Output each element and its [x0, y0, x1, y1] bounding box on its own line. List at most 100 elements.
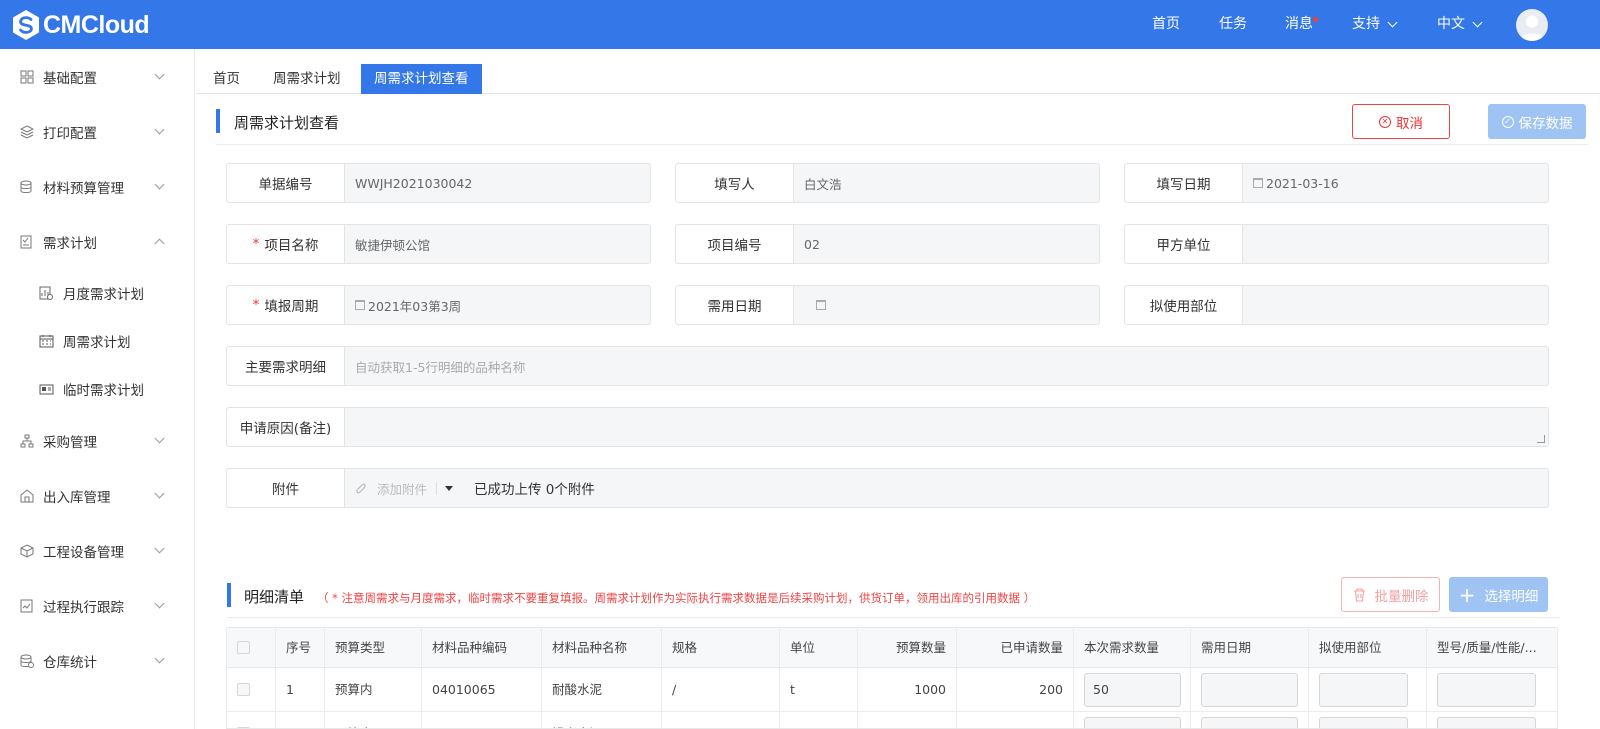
tab-home[interactable]: 首页: [200, 64, 253, 94]
chevron-down-icon: [154, 598, 165, 609]
need-date-input[interactable]: [1201, 717, 1298, 728]
cell-need-date: [1191, 712, 1309, 728]
period-field: * 填报周期 2021年03第3周: [226, 285, 651, 325]
detail-title: 明细清单: [244, 588, 305, 606]
brand-logo[interactable]: CMCloud: [10, 9, 150, 41]
sidebar-item-material-budget[interactable]: 材料预算管理: [0, 159, 195, 214]
tab-weekly-plan[interactable]: 周需求计划: [260, 64, 354, 94]
sidebar-item-print-config[interactable]: 打印配置: [0, 104, 195, 159]
cell-no: 1: [276, 668, 325, 712]
need-date-input[interactable]: [1201, 673, 1298, 707]
col-header-use-part: 拟使用部位: [1309, 628, 1427, 668]
nav-support[interactable]: 支持: [1352, 0, 1398, 49]
main-content: 首页 周需求计划 周需求计划查看 周需求计划查看 ✕ 取消 ✓ 保存数据 单据编…: [196, 49, 1600, 729]
sidebar-item-purchase[interactable]: 采购管理: [0, 413, 195, 468]
warehouse-icon: [20, 488, 34, 502]
divider: [436, 481, 438, 495]
close-circle-icon: ✕: [1379, 115, 1391, 128]
col-header-no: 序号: [276, 628, 325, 668]
tab-bar: 首页 周需求计划 周需求计划查看: [196, 49, 1600, 94]
avatar[interactable]: [1516, 9, 1548, 41]
cube-icon: [20, 543, 34, 558]
party-a-label: 甲方单位: [1125, 225, 1243, 263]
caret-down-icon[interactable]: [445, 485, 454, 491]
doc-no-field: 单据编号 WWJH2021030042: [226, 163, 651, 203]
detail-note: （ * 注意周需求与月度需求，临时需求不要重复填报。周需求计划作为实际执行需求数…: [317, 591, 1036, 605]
col-header-spec: 规格: [662, 628, 780, 668]
period-label: * 填报周期: [227, 286, 345, 324]
sidebar-item-label: 出入库管理: [43, 489, 111, 506]
sidebar-item-demand-plan[interactable]: 需求计划: [0, 214, 195, 269]
chevron-down-icon: [154, 653, 165, 664]
batch-delete-button[interactable]: 批量删除: [1341, 577, 1440, 612]
attachment-label: 附件: [227, 469, 345, 507]
use-part-input[interactable]: [1319, 717, 1408, 728]
sidebar-item-label: 工程设备管理: [43, 544, 124, 561]
top-bar: CMCloud 首页 任务 消息 支持 中文: [0, 0, 1600, 49]
sidebar-item-inventory[interactable]: 出入库管理: [0, 468, 195, 523]
model-input[interactable]: [1437, 717, 1536, 728]
cancel-button[interactable]: ✕ 取消: [1352, 104, 1450, 139]
sidebar: 基础配置 打印配置 材料预算管理 需求计划 月度需求计划 周需求计划 临时需求计…: [0, 49, 195, 729]
save-button[interactable]: ✓ 保存数据: [1488, 104, 1586, 139]
chevron-down-icon: [154, 488, 165, 499]
sidebar-subitem-weekly-plan[interactable]: 周需求计划: [0, 317, 195, 365]
use-part-input[interactable]: [1319, 673, 1408, 707]
user-icon: [1520, 15, 1544, 41]
pick-detail-button[interactable]: + 选择明细: [1449, 577, 1548, 612]
col-header-budget-type: 预算类型: [325, 628, 422, 668]
sidebar-item-basic-config[interactable]: 基础配置: [0, 49, 195, 104]
writer-label: 填写人: [676, 164, 794, 202]
need-date-label: 需用日期: [676, 286, 794, 324]
table-row: 2 预算内 04010060 钒土水泥 32.5 kg 1000 200 50: [227, 712, 1557, 728]
main-detail-placeholder: 自动获取1-5行明细的品种名称: [355, 359, 526, 375]
sidebar-item-warehouse-stats[interactable]: 仓库统计: [0, 633, 195, 688]
nav-messages-label: 消息: [1285, 16, 1313, 32]
grid-icon: [20, 70, 34, 83]
paperclip-icon: [356, 483, 366, 494]
cell-unit: kg: [780, 712, 858, 728]
reason-textarea[interactable]: [345, 408, 1548, 446]
save-label: 保存数据: [1518, 115, 1573, 132]
cell-spec: /: [662, 668, 780, 712]
model-input[interactable]: [1437, 673, 1536, 707]
language-select[interactable]: 中文: [1437, 0, 1483, 49]
sidebar-item-equipment[interactable]: 工程设备管理: [0, 523, 195, 578]
row-select-cell: [227, 712, 276, 728]
nav-tasks-label: 任务: [1219, 16, 1247, 32]
card-icon: [39, 384, 54, 394]
title-accent-bar: [216, 109, 220, 133]
table-header: 序号 预算类型 材料品种编码 材料品种名称 规格 单位 预算数量 已申请数量 本…: [227, 628, 1557, 668]
cell-budget-type: 预算内: [325, 668, 422, 712]
reason-field: 申请原因(备注): [226, 407, 1549, 447]
project-no-value: 02: [804, 236, 820, 252]
coins-icon: [20, 654, 34, 668]
nav-home[interactable]: 首页: [1152, 0, 1180, 49]
resize-handle-icon[interactable]: [1537, 435, 1545, 443]
cell-budget-qty: 1000: [858, 668, 957, 712]
cell-no: 2: [276, 712, 325, 728]
nav-messages[interactable]: 消息: [1285, 0, 1318, 49]
select-all-checkbox[interactable]: [237, 641, 250, 654]
nav-tasks[interactable]: 任务: [1219, 0, 1247, 49]
sidebar-item-process-tracking[interactable]: 过程执行跟踪: [0, 578, 195, 633]
section-accent-bar: [227, 583, 231, 607]
chevron-up-icon: [154, 238, 165, 249]
qty-input[interactable]: 50: [1084, 673, 1181, 707]
batch-delete-label: 批量删除: [1374, 588, 1429, 605]
cell-use-part: [1309, 712, 1427, 728]
sidebar-subitem-monthly-plan[interactable]: 月度需求计划: [0, 269, 195, 317]
attachment-status: 已成功上传 0个附件: [474, 482, 595, 498]
nav-support-label: 支持: [1352, 16, 1380, 32]
qty-input[interactable]: 50: [1084, 717, 1181, 728]
doc-no-label: 单据编号: [227, 164, 345, 202]
tab-weekly-plan-view[interactable]: 周需求计划查看: [361, 64, 482, 94]
row-checkbox[interactable]: [237, 683, 250, 696]
chevron-down-icon: [1472, 17, 1483, 27]
write-date-value: 2021-03-16: [1243, 164, 1548, 202]
project-name-label-text: 项目名称: [264, 238, 319, 254]
project-name-label: * 项目名称: [227, 225, 345, 263]
sidebar-subitem-temp-plan[interactable]: 临时需求计划: [0, 365, 195, 413]
add-attachment-button[interactable]: 添加附件: [377, 479, 427, 498]
use-part-field: 拟使用部位: [1124, 285, 1549, 325]
